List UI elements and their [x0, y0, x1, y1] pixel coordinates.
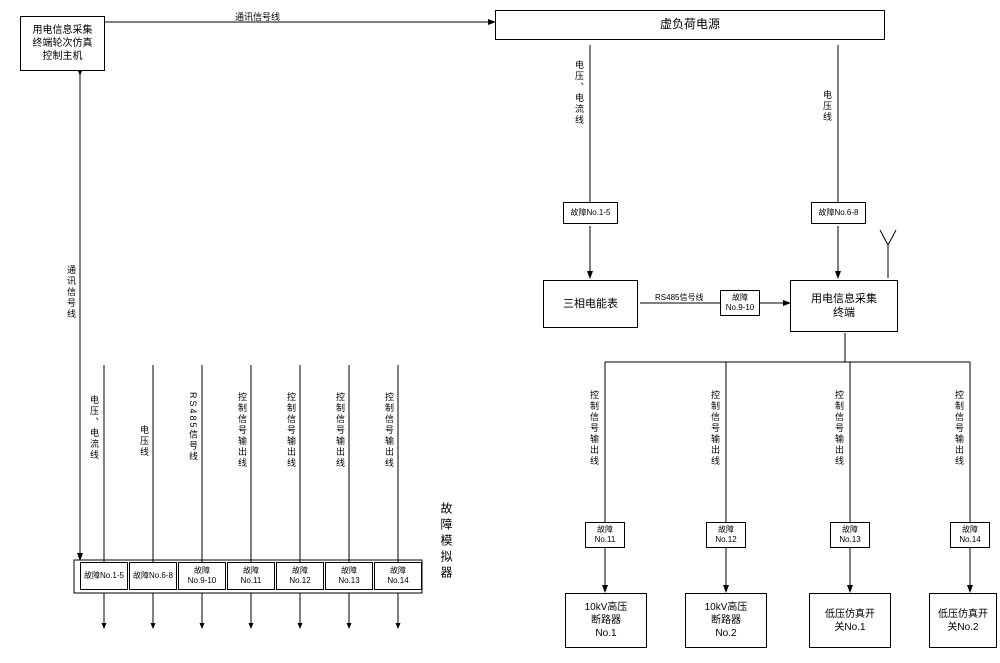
- sim-col4-label: 控制信号输出线: [236, 392, 249, 469]
- collect-terminal-box: 用电信息采集 终端: [790, 280, 898, 332]
- fault-simulator-label: 故障模拟器: [438, 502, 455, 582]
- comm-line-label-top: 通讯信号线: [235, 10, 280, 23]
- breaker-10kv-2-box: 10kV高压 断路器 No.2: [685, 593, 767, 648]
- fault-sim-9-10: 故障 No.9-10: [178, 562, 226, 590]
- sim-col7-label: 控制信号输出线: [383, 392, 396, 469]
- volt-curr-label-1: 电压、电流线: [573, 60, 586, 126]
- comm-line-label-left: 通讯信号线: [65, 265, 78, 320]
- fault-11-box: 故障 No.11: [585, 522, 625, 548]
- breaker-10kv-1-box: 10kV高压 断路器 No.1: [565, 593, 647, 648]
- fault-sim-6-8: 故障No.6-8: [129, 562, 177, 590]
- fault-6-8-box: 故障No.6-8: [811, 202, 866, 224]
- volt-line-label-1: 电压线: [821, 90, 834, 123]
- ctrl-out-3: 控制信号输出线: [833, 390, 846, 467]
- lv-switch-2-box: 低压仿真开 关No.2: [929, 593, 997, 648]
- ctrl-out-1: 控制信号输出线: [588, 390, 601, 467]
- lv-switch-1-box: 低压仿真开 关No.1: [809, 593, 891, 648]
- fault-12-box: 故障 No.12: [706, 522, 746, 548]
- fault-13-box: 故障 No.13: [830, 522, 870, 548]
- fault-9-10-box: 故障 No.9-10: [720, 290, 760, 316]
- fault-14-box: 故障 No.14: [950, 522, 990, 548]
- three-phase-meter-box: 三相电能表: [543, 280, 638, 328]
- fault-sim-1-5: 故障No.1-5: [80, 562, 128, 590]
- rs485-label: RS485信号线: [655, 292, 703, 303]
- sim-col5-label: 控制信号输出线: [285, 392, 298, 469]
- fault-sim-11: 故障 No.11: [227, 562, 275, 590]
- fault-sim-14: 故障 No.14: [374, 562, 422, 590]
- fault-sim-13: 故障 No.13: [325, 562, 373, 590]
- virtual-load-box: 虚负荷电源: [495, 10, 885, 40]
- fault-sim-12: 故障 No.12: [276, 562, 324, 590]
- sim-col2-label: 电压线: [138, 425, 151, 458]
- sim-col1-label: 电压、电流线: [88, 395, 101, 461]
- sim-col6-label: 控制信号输出线: [334, 392, 347, 469]
- sim-col3-label: RS485信号线: [187, 392, 200, 463]
- control-host-box: 用电信息采集 终端轮次仿真 控制主机: [20, 16, 105, 71]
- fault-1-5-box: 故障No.1-5: [563, 202, 618, 224]
- ctrl-out-2: 控制信号输出线: [709, 390, 722, 467]
- ctrl-out-4: 控制信号输出线: [953, 390, 966, 467]
